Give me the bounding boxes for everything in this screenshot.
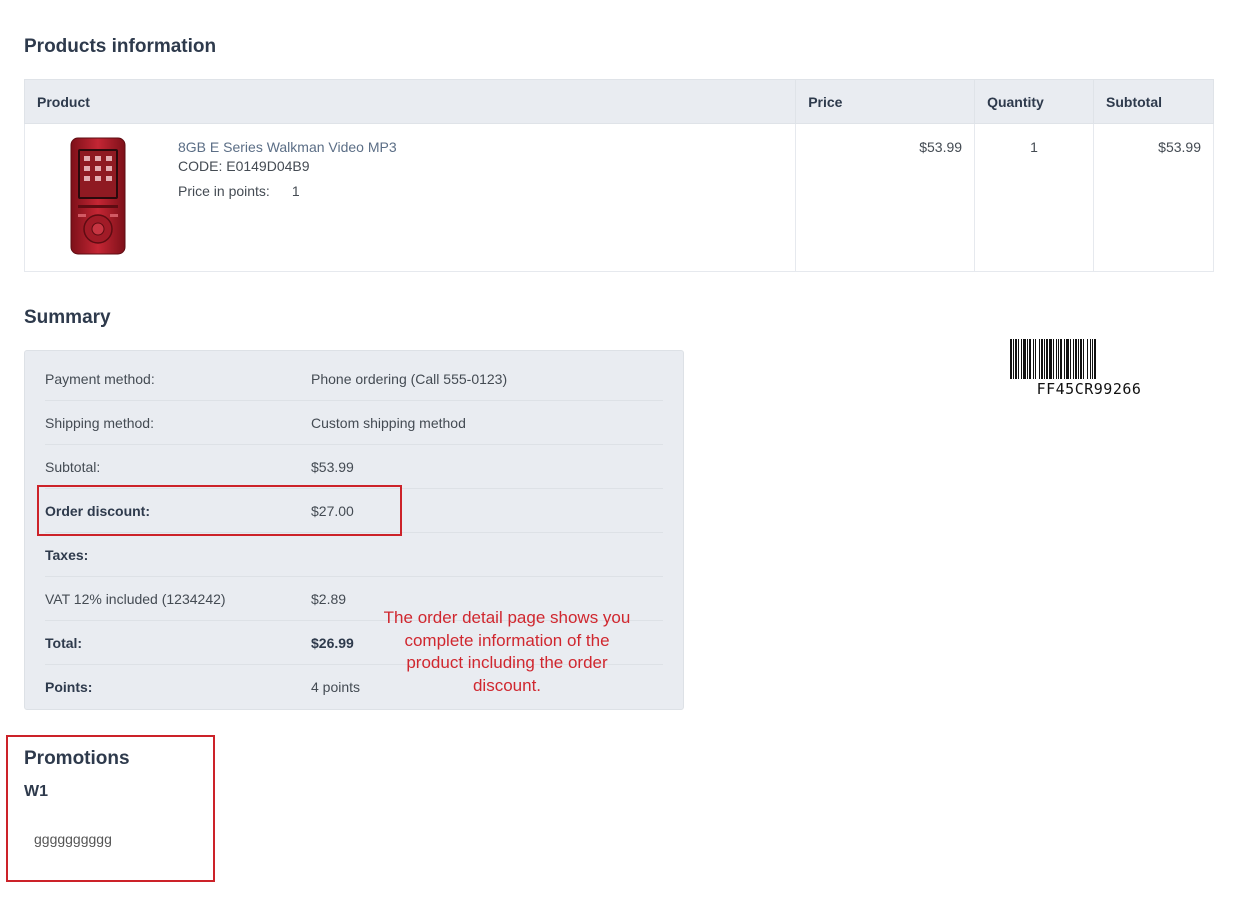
- summary-label: Payment method:: [45, 370, 155, 387]
- column-header-subtotal: Subtotal: [1093, 79, 1214, 124]
- barcode-text: FF45CR99266: [1036, 380, 1142, 398]
- product-subtotal: $53.99: [1093, 123, 1214, 272]
- summary-label: Shipping method:: [45, 414, 154, 431]
- summary-label: Points:: [45, 679, 93, 695]
- product-cell: 8GB E Series Walkman Video MP3 CODE: E01…: [23, 123, 797, 272]
- highlight-box-promotions: [6, 735, 215, 882]
- summary-section-title: Summary: [24, 307, 111, 328]
- products-section-title: Products information: [24, 36, 217, 57]
- column-header-price: Price: [795, 79, 976, 124]
- product-quantity: 1: [974, 123, 1095, 272]
- summary-row-taxes: Taxes:: [45, 533, 663, 577]
- products-table: Product Price Quantity Subtotal 8GB E Se…: [23, 79, 1214, 272]
- barcode-icon: [1010, 339, 1096, 379]
- highlight-box-order-discount: [37, 485, 402, 536]
- summary-label: Taxes:: [45, 546, 89, 563]
- annotation-note: The order detail page shows you complete…: [383, 608, 631, 695]
- product-price: $53.99: [795, 123, 976, 272]
- table-row: 8GB E Series Walkman Video MP3 CODE: E01…: [23, 123, 1214, 272]
- walkman-mp3-player-icon[interactable]: [70, 137, 126, 255]
- summary-row-shipping-method: Shipping method: Custom shipping method: [45, 401, 663, 445]
- points-value: 1: [291, 183, 300, 199]
- summary-value: Phone ordering (Call 555-0123): [311, 370, 508, 387]
- points-label: Price in points:: [178, 183, 270, 199]
- product-code: CODE: E0149D04B9: [178, 158, 310, 174]
- summary-value: $53.99: [311, 458, 354, 475]
- summary-row-subtotal: Subtotal: $53.99: [45, 445, 663, 489]
- column-header-product: Product: [23, 79, 797, 124]
- summary-label: Subtotal:: [45, 458, 101, 475]
- product-name-link[interactable]: 8GB E Series Walkman Video MP3: [178, 138, 397, 157]
- column-header-quantity: Quantity: [974, 79, 1095, 124]
- summary-label: VAT 12% included (1234242): [45, 590, 226, 607]
- product-points: Price in points: 1: [178, 182, 397, 201]
- products-table-header: Product Price Quantity Subtotal: [23, 79, 1214, 124]
- barcode: FF45CR99266: [1010, 339, 1168, 398]
- summary-value: Custom shipping method: [311, 414, 466, 431]
- summary-value: $2.89: [311, 590, 347, 607]
- summary-label: Total:: [45, 634, 83, 651]
- summary-row-payment-method: Payment method: Phone ordering (Call 555…: [45, 357, 663, 401]
